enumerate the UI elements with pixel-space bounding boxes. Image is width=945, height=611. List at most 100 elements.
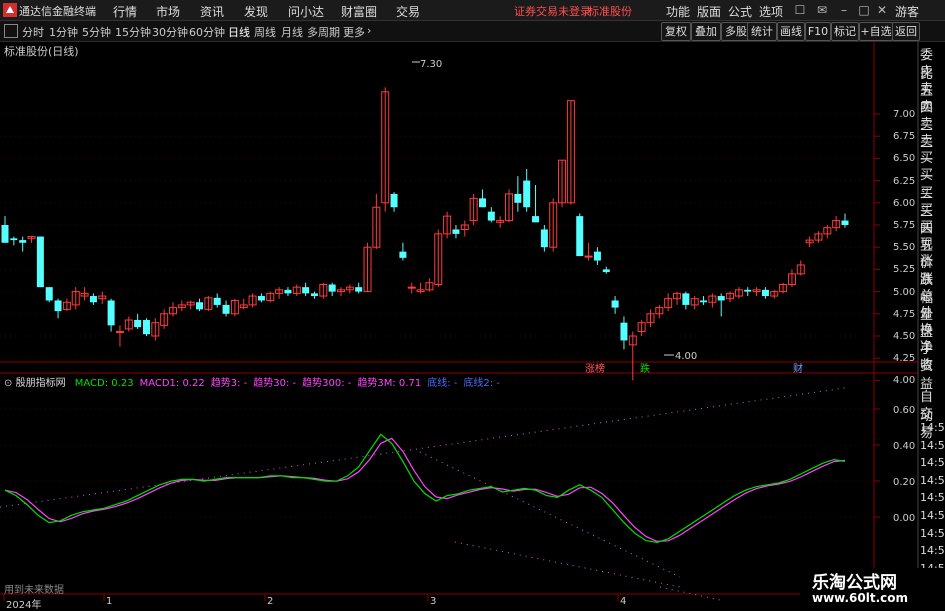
tick-time: 14:56 (920, 509, 945, 522)
toolbar-f10[interactable]: F10 (805, 22, 831, 41)
candle-body (36, 236, 44, 288)
candle-body (584, 255, 593, 258)
candle-body (602, 269, 610, 273)
candle-body (107, 300, 115, 326)
maximize-icon[interactable]: □ (856, 2, 872, 18)
date-axis-label: 3 (430, 596, 437, 607)
candle-body (19, 240, 27, 243)
toolbar-fuquan[interactable]: 复权 (661, 22, 691, 41)
period-daily[interactable]: 日线 (228, 24, 250, 40)
candle-body (514, 193, 522, 203)
date-axis-label: 2 (267, 596, 274, 607)
candle-body (593, 251, 601, 261)
menu-item-caifuquan[interactable]: 财富圈 (341, 3, 377, 20)
message-icon[interactable]: ✉ (814, 2, 830, 18)
period-1min[interactable]: 1分钟 (49, 24, 78, 40)
candle-body (222, 304, 230, 314)
candle-body (682, 293, 690, 305)
price-axis-tick: 4.50 (893, 331, 916, 342)
candle-body (10, 238, 18, 241)
menu-item-shichang[interactable]: 市场 (156, 3, 180, 20)
candle-body (576, 216, 584, 257)
indicator-axis-tick: 0.60 (893, 405, 916, 416)
toolbar-biaoji[interactable]: 标记 (831, 22, 859, 41)
close-icon[interactable]: ✕ (874, 2, 890, 18)
chevron-right-icon[interactable]: › (367, 24, 371, 37)
skin-icon[interactable]: ☐ (792, 2, 808, 18)
date-axis-label: 4 (620, 596, 627, 607)
indicator-name[interactable]: 殷朋指标网 (16, 378, 66, 389)
date-axis-label: 1 (106, 596, 113, 607)
candle-body (390, 193, 398, 208)
menu-item-faxian[interactable]: 发现 (244, 3, 268, 20)
indicator-toggle-icon[interactable]: ⊙ (4, 378, 12, 389)
toolbar-diejia[interactable]: 叠加 (691, 22, 721, 41)
price-axis-tick: 4.00 (893, 375, 916, 387)
candle-body (700, 300, 708, 303)
period-more[interactable]: 更多 (343, 24, 365, 40)
price-axis-tick: 6.25 (893, 175, 916, 187)
menu-item-banmian[interactable]: 版面 (697, 3, 721, 20)
menu-item-zixun[interactable]: 资讯 (200, 3, 224, 20)
tick-time: 14:56 (920, 438, 945, 452)
app-title: 通达信金融终端 (19, 5, 96, 18)
period-monthly[interactable]: 月线 (281, 24, 303, 40)
period-30min[interactable]: 30分钟 (152, 24, 188, 40)
period-multi[interactable]: 多周期 (307, 24, 340, 40)
macd1-line (4, 437, 846, 543)
candle-body (611, 300, 619, 308)
period-5min[interactable]: 5分钟 (82, 24, 111, 40)
event-mark-zhangbang[interactable]: 涨榜 (585, 360, 605, 375)
event-mark-cai[interactable]: 财 (793, 360, 803, 375)
toolbar-back[interactable]: 返回 (892, 22, 920, 41)
price-axis-tick: 4.25 (893, 353, 916, 365)
sidebar-toggle-icon[interactable] (4, 24, 18, 38)
indicator-info-line: ⊙ 殷朋指标网 MACD: 0.23 MACD1: 0.22 趋势3: - 趋势30:… (4, 374, 500, 389)
candle-body (532, 216, 540, 223)
toolbar-tongji[interactable]: 统计 (747, 22, 777, 41)
menu-item-wenxiaoda[interactable]: 问小达 (288, 3, 324, 20)
candle-body (540, 229, 548, 248)
guest-label[interactable]: 游客 (895, 3, 919, 20)
candle-body (487, 211, 495, 221)
candle-body (523, 180, 531, 208)
candle-body (841, 220, 849, 225)
event-mark-die[interactable]: 跌 (640, 360, 650, 375)
candle-body (761, 289, 769, 297)
indicator-value-1: MACD1: 0.22 (139, 378, 205, 389)
price-axis-tick: 6.50 (893, 153, 916, 165)
low-price-label: 4.00 (675, 351, 698, 362)
menu-item-hangqing[interactable]: 行情 (113, 3, 137, 20)
future-data-note: 用到未来数据 (4, 585, 64, 596)
candle-body (302, 287, 310, 294)
trade-login-warning[interactable]: 证券交易未登录 (514, 3, 591, 19)
menu-item-gongshi[interactable]: 公式 (728, 3, 752, 20)
price-axis-tick: 5.25 (893, 264, 916, 276)
candle-body (478, 198, 486, 208)
period-15min[interactable]: 15分钟 (115, 24, 151, 40)
candle-body (115, 331, 124, 334)
candle-body (284, 289, 292, 294)
menu-item-gongneng[interactable]: 功能 (666, 3, 690, 20)
kline-chart[interactable] (0, 42, 945, 609)
trend-line (419, 451, 681, 578)
trend-line (454, 541, 681, 588)
tick-time: 14:56 (920, 491, 945, 505)
menu-item-xuanxiang[interactable]: 选项 (759, 3, 783, 20)
period-60min[interactable]: 60分钟 (189, 24, 225, 40)
period-fenshi[interactable]: 分时 (22, 24, 44, 40)
price-axis-tick: 6.00 (893, 197, 916, 209)
period-weekly[interactable]: 周线 (254, 24, 276, 40)
price-axis-tick: 6.75 (893, 131, 916, 143)
toolbar-huaxian[interactable]: 画线 (777, 22, 805, 41)
current-stock-name: 标准股份 (588, 5, 632, 18)
toolbar-add-watchlist[interactable]: +自选 (859, 22, 893, 41)
minimize-icon[interactable]: – (836, 2, 852, 18)
price-axis-tick: 5.50 (893, 242, 916, 254)
menu-item-jiaoyi[interactable]: 交易 (396, 3, 420, 20)
candle-body (310, 293, 318, 297)
indicator-axis-tick: 0.40 (893, 441, 916, 452)
candle-body (54, 300, 62, 312)
candle-body (355, 287, 363, 292)
candle-body (399, 251, 407, 258)
